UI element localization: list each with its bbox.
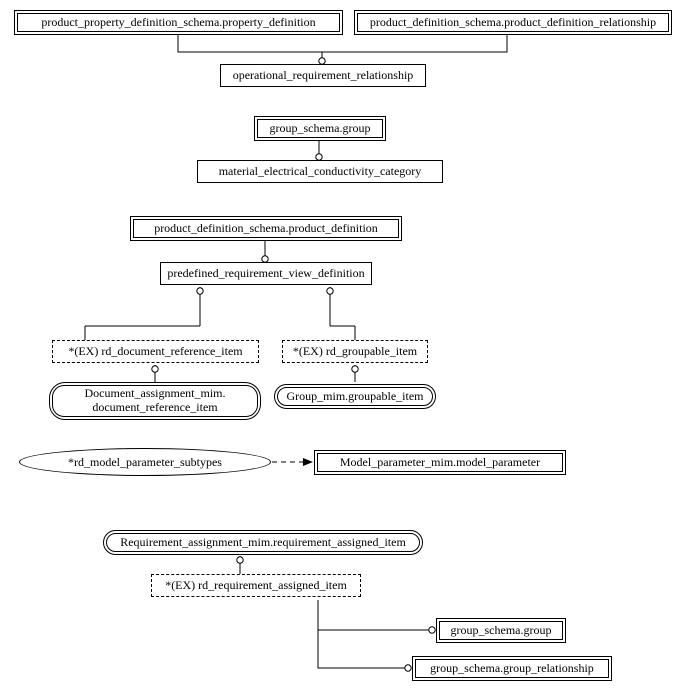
- select-rd-requirement-assigned-item: *(EX) rd_requirement_assigned_item: [151, 574, 361, 597]
- entity-label: *(EX) rd_requirement_assigned_item: [165, 578, 347, 592]
- type-document-reference-item: Document_assignment_mim. document_refere…: [49, 382, 261, 420]
- entity-label: Model_parameter_mim.model_parameter: [317, 453, 563, 472]
- expressg-diagram: product_property_definition_schema.prope…: [0, 0, 682, 695]
- entity-product-definition: product_definition_schema.product_defini…: [130, 216, 402, 241]
- entity-label: group_schema.group: [257, 119, 383, 138]
- entity-group-schema-group: group_schema.group: [254, 116, 386, 141]
- entity-label: material_electrical_conductivity_categor…: [219, 164, 422, 178]
- entity-label: *rd_model_parameter_subtypes: [68, 455, 222, 470]
- entity-label: group_schema.group: [439, 621, 563, 640]
- entity-group-schema-group-2: group_schema.group: [436, 618, 566, 643]
- entity-product-definition-relationship: product_definition_schema.product_defini…: [354, 10, 672, 35]
- entity-label: Group_mim.groupable_item: [277, 387, 433, 406]
- entity-label: Document_assignment_mim. document_refere…: [52, 385, 258, 417]
- entity-label: product_definition_schema.product_defini…: [357, 13, 669, 32]
- entity-model-parameter: Model_parameter_mim.model_parameter: [314, 450, 566, 475]
- select-rd-document-reference-item: *(EX) rd_document_reference_item: [52, 340, 259, 363]
- entity-label: predefined_requirement_view_definition: [167, 266, 364, 280]
- entity-label: Requirement_assignment_mim.requirement_a…: [106, 533, 420, 552]
- entity-label: product_definition_schema.product_defini…: [133, 219, 399, 238]
- type-requirement-assigned-item: Requirement_assignment_mim.requirement_a…: [103, 530, 423, 555]
- entity-group-relationship: group_schema.group_relationship: [412, 656, 612, 681]
- entity-operational-requirement-relationship: operational_requirement_relationship: [220, 64, 426, 87]
- entity-label: group_schema.group_relationship: [415, 659, 609, 678]
- entity-label: *(EX) rd_document_reference_item: [68, 344, 242, 358]
- entity-label: *(EX) rd_groupable_item: [293, 344, 417, 358]
- entity-predefined-requirement-view-definition: predefined_requirement_view_definition: [160, 262, 372, 285]
- rule-rd-model-parameter-subtypes: *rd_model_parameter_subtypes: [19, 448, 271, 476]
- entity-label: operational_requirement_relationship: [233, 68, 414, 82]
- entity-label: product_property_definition_schema.prope…: [17, 13, 340, 32]
- entity-property-definition: product_property_definition_schema.prope…: [14, 10, 343, 35]
- entity-material-electrical-conductivity-category: material_electrical_conductivity_categor…: [197, 160, 443, 183]
- select-rd-groupable-item: *(EX) rd_groupable_item: [282, 340, 428, 363]
- type-groupable-item: Group_mim.groupable_item: [274, 384, 436, 409]
